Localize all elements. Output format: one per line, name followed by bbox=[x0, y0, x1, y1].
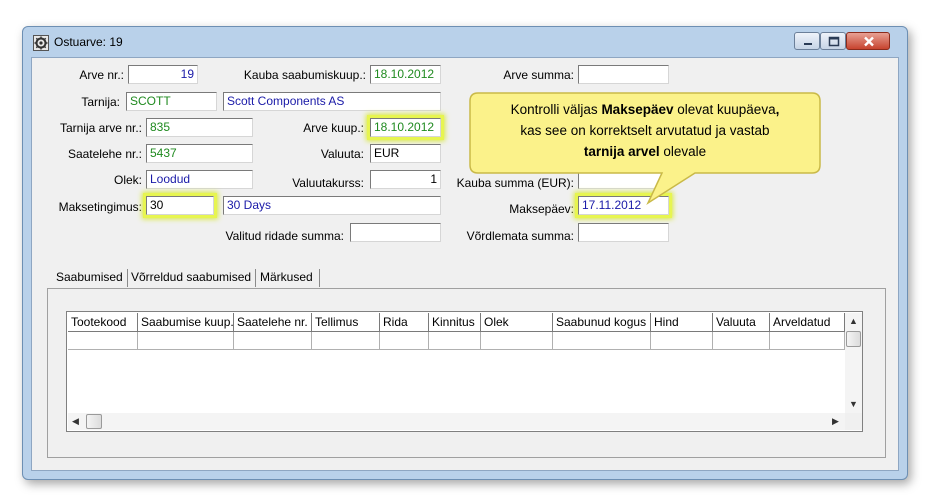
column-header[interactable]: Olek bbox=[481, 313, 553, 332]
column-header[interactable]: Saatelehe nr. bbox=[234, 313, 312, 332]
close-icon bbox=[864, 36, 874, 47]
table-cell[interactable] bbox=[234, 332, 312, 350]
minimize-button[interactable] bbox=[794, 32, 820, 50]
vordlemata-summa-field[interactable] bbox=[578, 223, 669, 242]
arve-nr-field[interactable]: 19 bbox=[128, 65, 198, 84]
table-cell[interactable] bbox=[481, 332, 553, 350]
column-header[interactable]: Saabunud kogus bbox=[553, 313, 651, 332]
tab-separator bbox=[127, 269, 128, 287]
valitud-ridade-summa-field[interactable] bbox=[350, 223, 441, 242]
scroll-left-icon[interactable]: ◀ bbox=[72, 416, 79, 427]
column-header[interactable]: Hind bbox=[651, 313, 713, 332]
table-cell[interactable] bbox=[68, 332, 138, 350]
scroll-right-icon[interactable]: ▶ bbox=[832, 416, 839, 427]
tab-markused[interactable]: Märkused bbox=[260, 266, 313, 288]
callout-line1-bold: Maksepäev bbox=[601, 102, 674, 117]
tarnija-code-field[interactable]: SCOTT bbox=[126, 92, 217, 111]
table-cell[interactable] bbox=[713, 332, 770, 350]
olek-field[interactable]: Loodud bbox=[146, 170, 253, 189]
tab-saabumised[interactable]: Saabumised bbox=[56, 266, 123, 288]
saatelehe-nr-field[interactable]: 5437 bbox=[146, 144, 253, 163]
callout-line1-comma: , bbox=[775, 102, 780, 117]
arve-kuup-label: Arve kuup.: bbox=[303, 121, 364, 135]
window-title: Ostuarve: 19 bbox=[54, 35, 123, 49]
arve-kuup-field[interactable]: 18.10.2012 bbox=[370, 118, 441, 137]
vertical-scrollbar[interactable]: ▲ ▼ bbox=[845, 313, 862, 413]
column-header[interactable]: Tellimus bbox=[312, 313, 380, 332]
scrollbar-corner bbox=[845, 413, 862, 430]
table-cell[interactable] bbox=[380, 332, 429, 350]
tarnija-arve-nr-field[interactable]: 835 bbox=[146, 118, 253, 137]
saatelehe-nr-label: Saatelehe nr.: bbox=[67, 147, 142, 161]
maximize-button[interactable] bbox=[820, 32, 846, 50]
title-bar[interactable]: Ostuarve: 19 bbox=[23, 27, 907, 57]
valuuta-label: Valuuta: bbox=[320, 147, 364, 161]
callout-line1-suffix: olevat kuupäeva bbox=[673, 102, 776, 117]
vertical-scroll-thumb[interactable] bbox=[846, 331, 861, 347]
tab-separator bbox=[255, 269, 256, 287]
table-cell[interactable] bbox=[770, 332, 845, 350]
callout-line3-suffix: olevale bbox=[659, 144, 707, 159]
minimize-icon bbox=[804, 43, 812, 45]
callout-line2: kas see on korrektselt arvutatud ja vast… bbox=[520, 123, 770, 138]
tarnija-arve-nr-label: Tarnija arve nr.: bbox=[59, 121, 142, 135]
table-cell[interactable] bbox=[138, 332, 234, 350]
valuutakurss-label: Valuutakurss: bbox=[292, 176, 364, 190]
callout-line1-prefix: Kontrolli väljas bbox=[510, 102, 602, 117]
kauba-saabumiskuup-field[interactable]: 18.10.2012 bbox=[370, 65, 441, 84]
maximize-icon bbox=[828, 36, 840, 47]
vordlemata-summa-label: Võrdlemata summa: bbox=[466, 229, 574, 243]
valuutakurss-field[interactable]: 1 bbox=[370, 170, 441, 189]
table-cell[interactable] bbox=[553, 332, 651, 350]
table-cell[interactable] bbox=[429, 332, 481, 350]
column-header[interactable]: Tootekood bbox=[68, 313, 138, 332]
valuuta-field[interactable]: EUR bbox=[370, 144, 441, 163]
arve-summa-field[interactable] bbox=[578, 65, 669, 84]
arrivals-table: Tootekood Saabumise kuup. Saatelehe nr. … bbox=[66, 311, 863, 432]
scroll-down-icon[interactable]: ▼ bbox=[849, 399, 858, 409]
close-button[interactable] bbox=[846, 32, 890, 50]
table-cell[interactable] bbox=[312, 332, 380, 350]
app-settings-icon bbox=[33, 35, 49, 51]
column-header[interactable]: Arveldatud bbox=[770, 313, 845, 332]
maksetingimus-label: Maksetingimus: bbox=[58, 200, 142, 214]
column-header[interactable]: Saabumise kuup. bbox=[138, 313, 234, 332]
arve-nr-label: Arve nr.: bbox=[79, 68, 124, 82]
tab-vorreldud-saabumised[interactable]: Võrreldud saabumised bbox=[131, 266, 251, 288]
column-header[interactable]: Kinnitus bbox=[429, 313, 481, 332]
horizontal-scrollbar[interactable]: ◀ ▶ bbox=[68, 413, 845, 430]
column-header[interactable]: Rida bbox=[380, 313, 429, 332]
arve-summa-label: Arve summa: bbox=[503, 68, 574, 82]
callout-line3-bold: tarnija arvel bbox=[583, 144, 660, 159]
maksetingimus-code-field[interactable]: 30 bbox=[146, 196, 214, 215]
maksetingimus-name-field[interactable]: 30 Days bbox=[223, 196, 441, 215]
table-cell[interactable] bbox=[651, 332, 713, 350]
tab-separator bbox=[319, 269, 320, 287]
olek-label: Olek: bbox=[113, 173, 142, 187]
horizontal-scroll-thumb[interactable] bbox=[86, 414, 102, 429]
tarnija-label: Tarnija: bbox=[81, 95, 120, 109]
valitud-ridade-summa-label: Valitud ridade summa: bbox=[225, 229, 345, 243]
scroll-up-icon[interactable]: ▲ bbox=[849, 316, 858, 326]
column-header[interactable]: Valuuta bbox=[713, 313, 770, 332]
callout-text: Kontrolli väljas Maksepäev olevat kuupäe… bbox=[470, 99, 820, 162]
kauba-saabumiskuup-label: Kauba saabumiskuup.: bbox=[243, 68, 366, 82]
tarnija-name-field[interactable]: Scott Components AS bbox=[223, 92, 441, 111]
